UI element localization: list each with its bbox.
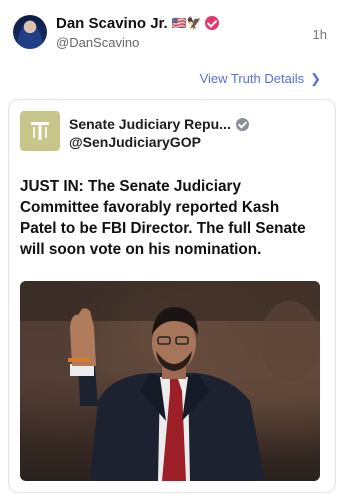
org-avatar[interactable] xyxy=(20,111,60,151)
org-name-text[interactable]: Senate Judiciary Repu... xyxy=(69,116,231,132)
verified-badge-icon xyxy=(204,16,219,30)
author-name[interactable]: Dan Scavino Jr. 🇺🇸🦅 xyxy=(56,15,219,32)
avatar[interactable] xyxy=(13,15,47,49)
author-handle[interactable]: @DanScavino xyxy=(56,35,139,50)
senate-logo-icon xyxy=(31,122,49,140)
man-raising-hand-photo xyxy=(20,281,320,481)
post-time: 1h xyxy=(312,27,327,42)
post-text: JUST IN: The Senate Judiciary Committee … xyxy=(20,178,306,258)
org-handle[interactable]: @SenJudiciaryGOP xyxy=(69,134,201,150)
view-truth-details-link[interactable]: View Truth Details ❯ xyxy=(200,71,321,87)
flag-eagle-emoji: 🇺🇸🦅 xyxy=(171,16,202,30)
view-truth-details-label[interactable]: View Truth Details xyxy=(200,71,305,86)
post-image[interactable] xyxy=(20,281,320,481)
author-name-text[interactable]: Dan Scavino Jr. xyxy=(56,15,168,32)
org-verified-badge-icon xyxy=(235,118,249,131)
chevron-right-icon[interactable]: ❯ xyxy=(310,71,321,87)
org-name[interactable]: Senate Judiciary Repu... xyxy=(69,116,249,132)
